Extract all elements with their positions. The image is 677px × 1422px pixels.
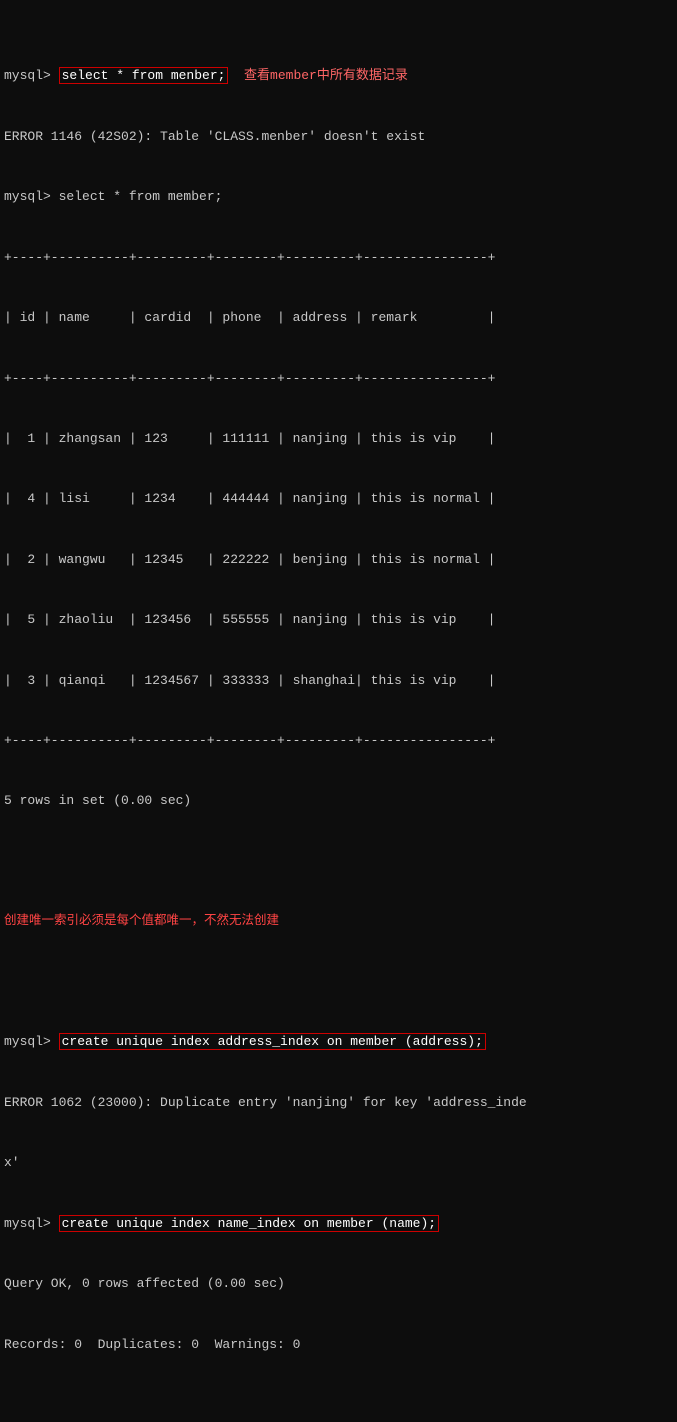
table-row-2: | 4 | lisi | 1234 | 444444 | nanjing | t… <box>4 489 673 509</box>
cmd-3: create unique index name_index on member… <box>59 1215 439 1232</box>
terminal-window: mysql> select * from menber; 查看member中所有… <box>0 0 677 1422</box>
table-row-3: | 2 | wangwu | 12345 | 222222 | benjing … <box>4 550 673 570</box>
line-1: mysql> select * from menber; 查看member中所有… <box>4 66 673 86</box>
line-sep2: +----+----------+---------+--------+----… <box>4 369 673 389</box>
prompt-5: mysql> <box>4 1216 59 1231</box>
line-blank1 <box>4 852 673 872</box>
line-blank3 <box>4 1395 673 1415</box>
line-3: mysql> select * from member; <box>4 187 673 207</box>
line-blank2 <box>4 972 673 992</box>
line-create-comment: 创建唯一索引必须是每个值都唯一，不然无法创建 <box>4 912 673 931</box>
line-header: | id | name | cardid | phone | address |… <box>4 308 673 328</box>
line-query-ok: Query OK, 0 rows affected (0.00 sec) <box>4 1274 673 1294</box>
table-row-4: | 5 | zhaoliu | 123456 | 555555 | nanjin… <box>4 610 673 630</box>
line-err2: ERROR 1062 (23000): Duplicate entry 'nan… <box>4 1093 673 1113</box>
prompt-4: mysql> <box>4 1034 59 1049</box>
prompt-1: mysql> <box>4 68 59 83</box>
table-row-1: | 1 | zhangsan | 123 | 111111 | nanjing … <box>4 429 673 449</box>
line-cmd2: mysql> create unique index address_index… <box>4 1032 673 1052</box>
line-err2b: x' <box>4 1153 673 1173</box>
line-records: Records: 0 Duplicates: 0 Warnings: 0 <box>4 1335 673 1355</box>
cmd-2: create unique index address_index on mem… <box>59 1033 486 1050</box>
line-sep1: +----+----------+---------+--------+----… <box>4 248 673 268</box>
cmd-plain-3: select * from member; <box>59 189 223 204</box>
line-2: ERROR 1146 (42S02): Table 'CLASS.menber'… <box>4 127 673 147</box>
cmd-1: select * from menber; <box>59 67 229 84</box>
prompt-3: mysql> <box>4 189 59 204</box>
table-row-5: | 3 | qianqi | 1234567 | 333333 | shangh… <box>4 671 673 691</box>
line-rowcount: 5 rows in set (0.00 sec) <box>4 791 673 811</box>
line-cmd3: mysql> create unique index name_index on… <box>4 1214 673 1234</box>
comment-1: 查看member中所有数据记录 <box>228 68 407 83</box>
line-sep3: +----+----------+---------+--------+----… <box>4 731 673 751</box>
